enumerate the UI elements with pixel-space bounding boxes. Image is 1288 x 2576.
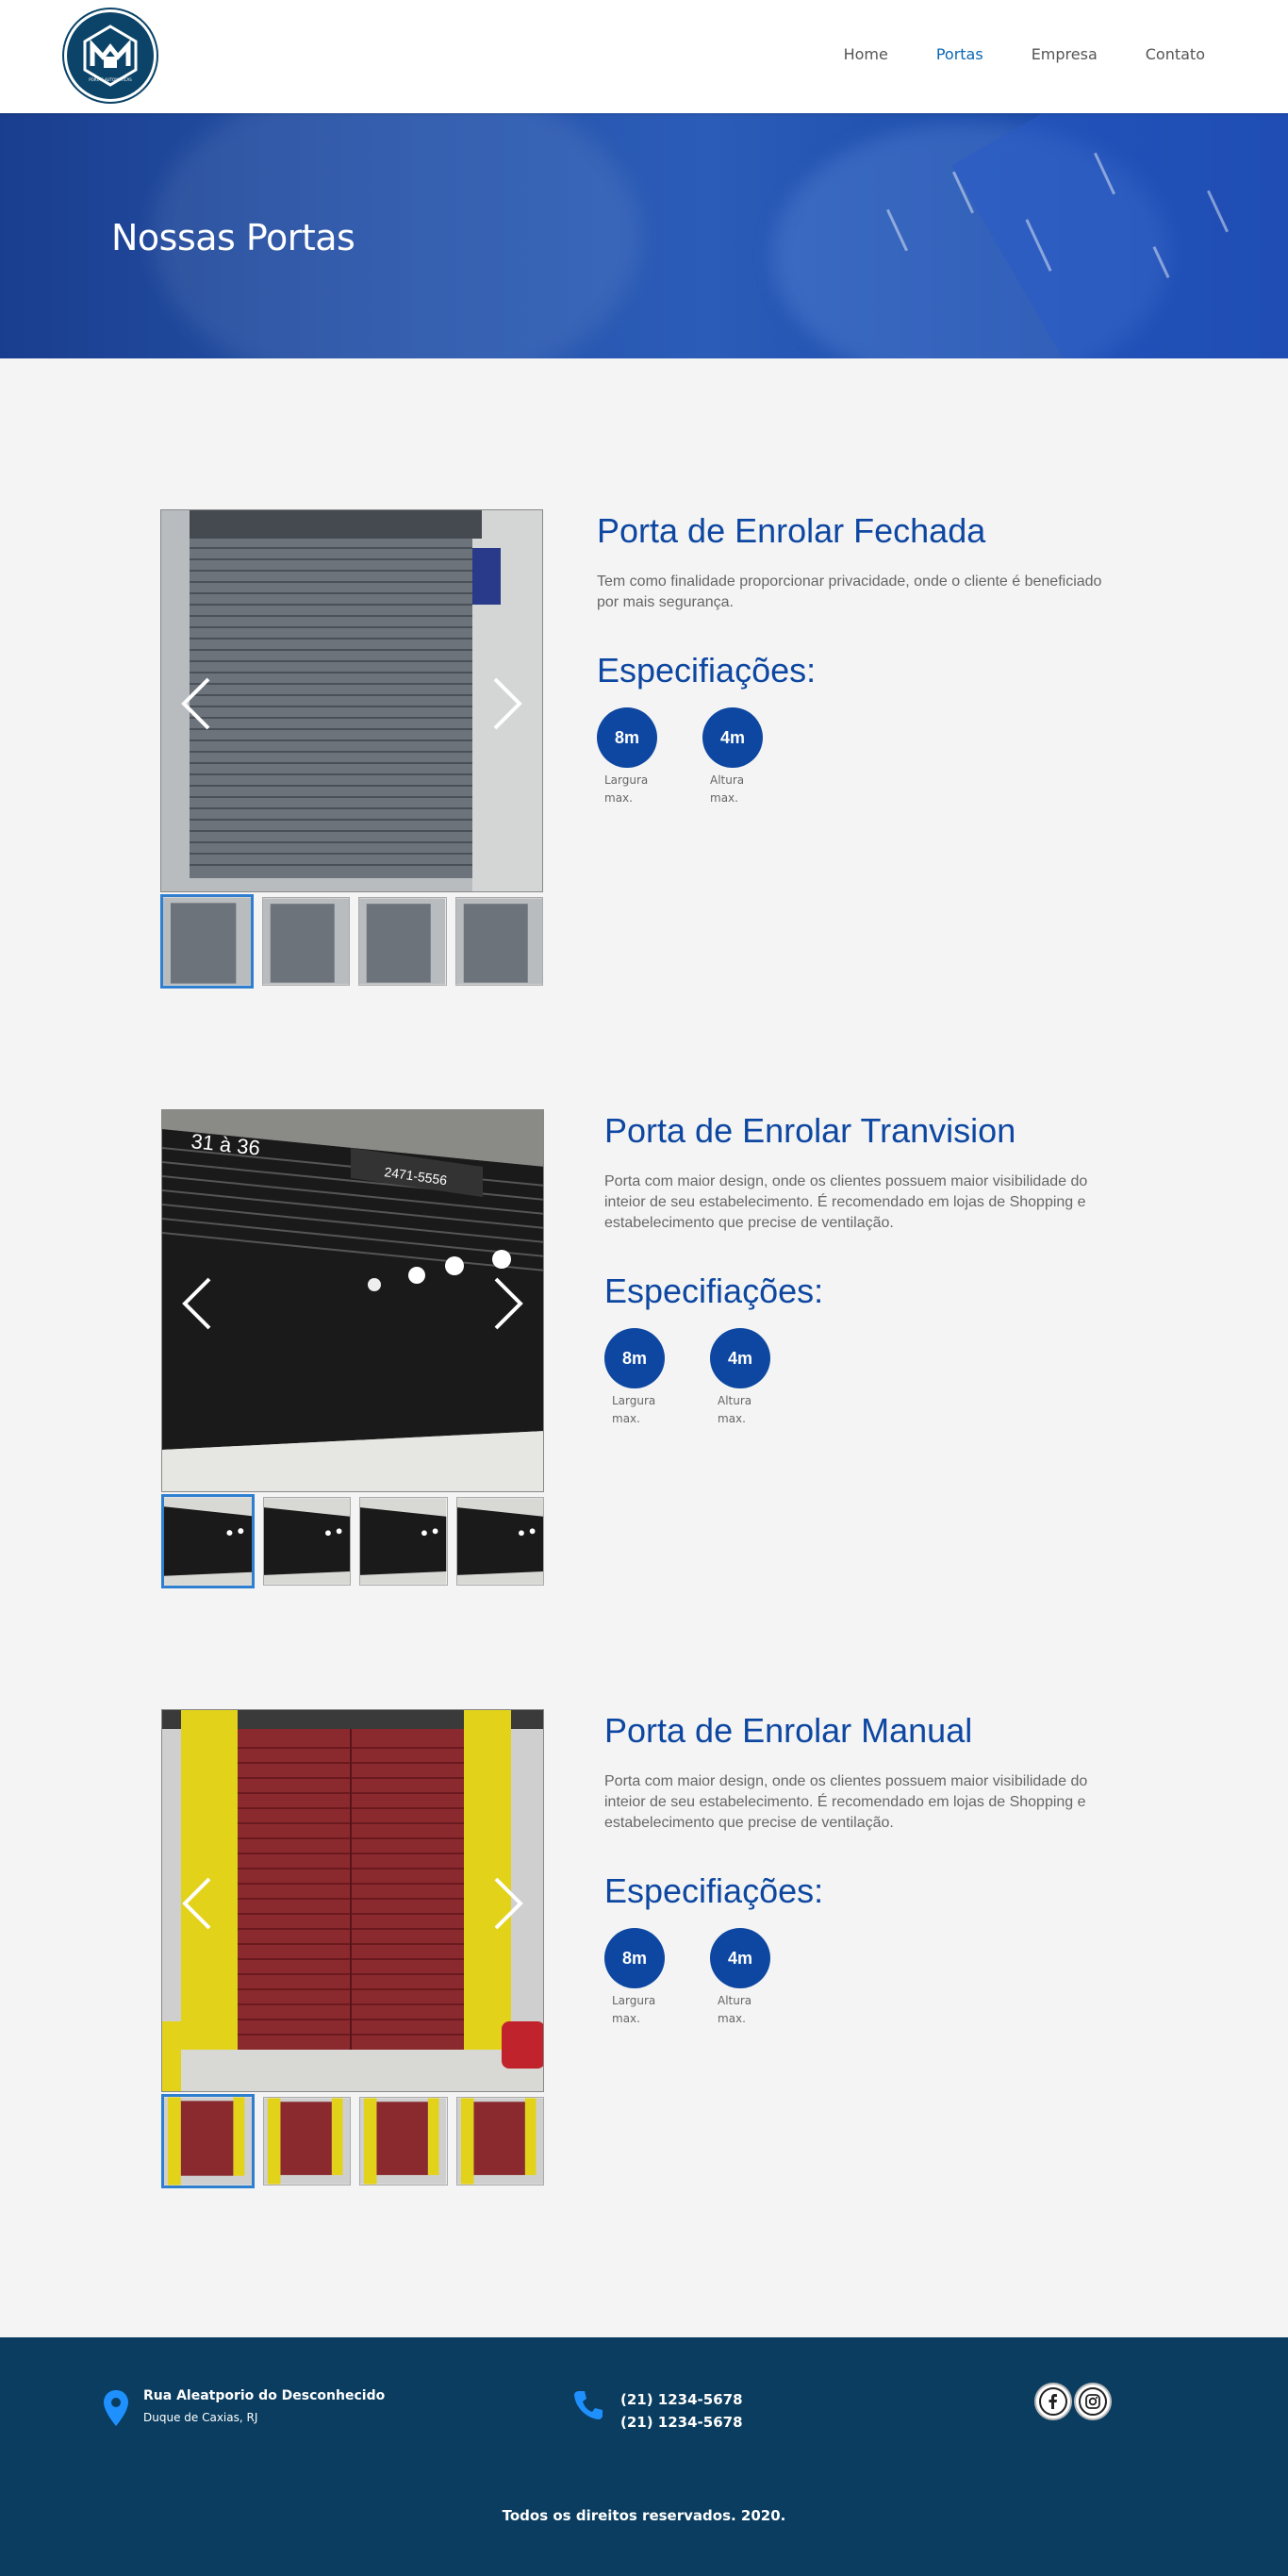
thumbnail[interactable] [454,897,543,986]
thumbnail[interactable] [358,897,447,986]
main-nav: Home Portas Empresa Contato [796,45,1205,63]
product-main-image[interactable]: 2471-5556 31 à 36 [161,1109,544,1492]
specs-list: 8m Largura max. 4m Altura max. [604,1328,1114,1428]
thumbnail-strip [161,1494,544,1588]
footer-phone: (21) 1234-5678 (21) 1234-5678 [571,2388,743,2434]
product-section: 2471-5556 31 à 36 Porta de Enrolar Tranv… [0,1109,1288,1600]
product-info: Porta de Enrolar Manual Porta com maior … [604,1709,1114,2028]
spec-badge: 4m [710,1328,770,1388]
facebook-link[interactable] [1034,2383,1072,2420]
thumbnail-strip [160,894,543,989]
spec-badge: 4m [702,707,763,768]
nav-empresa[interactable]: Empresa [1032,45,1098,63]
product-gallery [161,1709,544,2188]
gallery-next-arrow-icon[interactable] [491,675,525,732]
spec-label: Altura [718,1994,752,2007]
spec-height: 4m Altura max. [702,707,763,807]
phone-icon [574,2391,603,2419]
site-header: PORTAS AUTOMÁTICAS Home Portas Empresa C… [0,0,1288,113]
thumbnail[interactable] [455,1497,544,1586]
thumbnail[interactable] [262,897,351,986]
phone-number[interactable]: (21) 1234-5678 [620,2388,743,2411]
gallery-prev-arrow-icon[interactable] [179,1875,213,1932]
hero-banner: Nossas Portas [0,113,1288,358]
spec-width: 8m Largura max. [604,1328,665,1428]
nav-home[interactable]: Home [844,45,888,63]
product-title: Porta de Enrolar Tranvision [604,1111,1016,1150]
product-main-image[interactable] [160,509,543,892]
address-line2: Duque de Caxias, RJ [143,2411,258,2424]
spec-label: max. [710,791,738,805]
specs-title: Especifiações: [597,651,817,690]
product-description: Porta com maior design, onde os clientes… [604,1173,1088,1231]
logo-mark-icon: PORTAS AUTOMÁTICAS [83,25,138,87]
thumbnail[interactable] [359,2097,448,2185]
product-title: Porta de Enrolar Manual [604,1711,973,1750]
address-line1: Rua Aleatporio do Desconhecido [143,2388,386,2403]
spec-label: Largura [612,1394,656,1407]
product-info: Porta de Enrolar Tranvision Porta com ma… [604,1109,1114,1428]
site-footer: Rua Aleatporio do Desconhecido Duque de … [0,2337,1288,2576]
spec-height: 4m Altura max. [710,1928,770,2028]
product-section: Porta de Enrolar Fechada Tem como finali… [0,509,1288,1000]
spec-label: Largura [604,773,649,787]
footer-address: Rua Aleatporio do Desconhecido Duque de … [102,2388,385,2428]
brand-logo[interactable]: PORTAS AUTOMÁTICAS [64,9,157,102]
product-description: Tem como finalidade proporcionar privaci… [597,573,1102,610]
instagram-icon [1085,2394,1100,2409]
thumbnail[interactable] [263,2097,352,2185]
facebook-icon [1049,2394,1057,2409]
specs-title: Especifiações: [604,1271,824,1310]
spec-label: Altura [710,773,745,787]
spec-label: max. [718,2012,746,2025]
spec-label: max. [612,2012,640,2025]
spec-badge: 8m [604,1928,665,1988]
nav-portas[interactable]: Portas [936,45,983,63]
thumbnail[interactable] [359,1497,448,1586]
thumbnail[interactable] [455,2097,544,2185]
thumbnail-strip [161,2094,544,2188]
instagram-link[interactable] [1074,2383,1112,2420]
location-pin-icon [104,2390,128,2426]
product-gallery [160,509,543,989]
thumbnail[interactable] [263,1497,352,1586]
copyright-text: Todos os direitos reservados. 2020. [502,2507,786,2524]
spec-label: Largura [612,1994,656,2007]
spec-badge: 4m [710,1928,770,1988]
spec-width: 8m Largura max. [597,707,657,807]
spec-height: 4m Altura max. [710,1328,770,1428]
gallery-next-arrow-icon[interactable] [492,1875,526,1932]
specs-list: 8m Largura max. 4m Altura max. [604,1928,1114,2028]
product-description: Porta com maior design, onde os clientes… [604,1773,1088,1831]
spec-badge: 8m [597,707,657,768]
social-links [1034,2383,1112,2420]
product-info: Porta de Enrolar Fechada Tem como finali… [597,509,1106,807]
spec-label: max. [718,1412,746,1425]
product-title: Porta de Enrolar Fechada [597,511,986,550]
nav-contato[interactable]: Contato [1146,45,1205,63]
thumbnail[interactable] [161,2094,256,2188]
spec-label: max. [604,791,633,805]
product-section: Porta de Enrolar Manual Porta com maior … [0,1709,1288,2200]
specs-title: Especifiações: [604,1871,824,1910]
page-title: Nossas Portas [111,217,355,258]
gallery-prev-arrow-icon[interactable] [178,675,212,732]
thumbnail[interactable] [161,1494,256,1588]
gallery-next-arrow-icon[interactable] [492,1275,526,1332]
product-main-image[interactable] [161,1709,544,2092]
product-gallery: 2471-5556 31 à 36 [161,1109,544,1588]
thumbnail[interactable] [160,894,255,989]
gallery-prev-arrow-icon[interactable] [179,1275,213,1332]
spec-label: Altura [718,1394,752,1407]
logo-text: PORTAS AUTOMÁTICAS [89,77,132,82]
spec-badge: 8m [604,1328,665,1388]
phone-number[interactable]: (21) 1234-5678 [620,2411,743,2434]
specs-list: 8m Largura max. 4m Altura max. [597,707,1106,807]
spec-width: 8m Largura max. [604,1928,665,2028]
spec-label: max. [612,1412,640,1425]
